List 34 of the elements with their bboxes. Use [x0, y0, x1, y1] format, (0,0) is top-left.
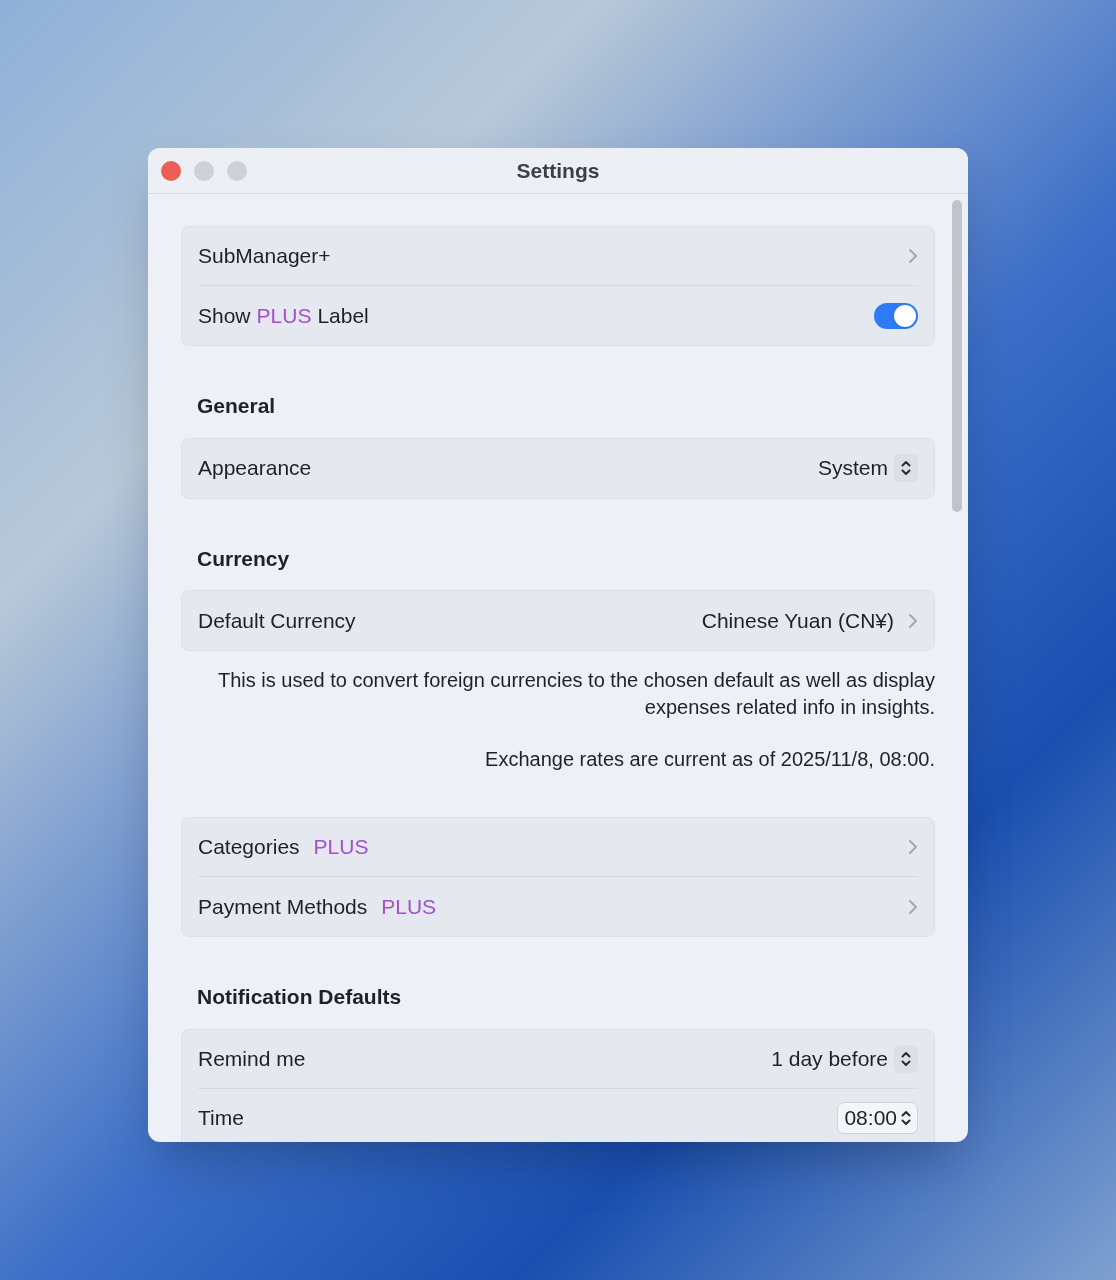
- row-label: Remind me: [198, 1045, 306, 1072]
- row-label: Default Currency: [198, 607, 356, 634]
- up-down-arrows-icon: [901, 1109, 911, 1127]
- row-label: Label: [317, 302, 369, 329]
- up-down-arrows-icon: [901, 459, 911, 477]
- plus-label: PLUS: [313, 834, 369, 861]
- chevron-right-icon: [908, 612, 918, 629]
- footnote-text: Exchange rates are current as of 2025/11/8, 08:00.: [484, 747, 935, 772]
- plus-label: PLUS: [381, 893, 437, 920]
- scrollbar[interactable]: [952, 200, 962, 512]
- chevron-right-icon: [908, 248, 918, 264]
- row-label: Time: [198, 1105, 244, 1132]
- up-down-arrows-icon: [901, 1049, 911, 1068]
- popup-button[interactable]: System: [818, 452, 918, 484]
- zoom-button[interactable]: [227, 161, 247, 181]
- chevron-right-icon: [908, 898, 918, 915]
- close-button[interactable]: [161, 161, 181, 181]
- window-title: Settings: [516, 157, 600, 184]
- minimize-button[interactable]: [194, 161, 214, 181]
- plus-label: PLUS: [256, 302, 312, 329]
- chevron-right-icon: [908, 839, 918, 855]
- row-label: Payment Methods: [198, 893, 368, 920]
- time-stepper-field[interactable]: 08:00: [837, 1102, 918, 1134]
- row-label: Show: [198, 302, 251, 329]
- row-label: SubManager+: [198, 243, 331, 270]
- popup-button[interactable]: 1 day before: [771, 1042, 918, 1075]
- section-header: Currency: [196, 545, 291, 572]
- row-label: Categories: [198, 834, 300, 861]
- footnote-text: This is used to convert foreign currencies to the chosen default as well as display expenses related info in insights.: [216, 668, 935, 720]
- section-header: General: [196, 393, 277, 419]
- toggle-switch[interactable]: [874, 302, 918, 329]
- section-header: Notification Defaults: [196, 984, 403, 1010]
- row-label: Appearance: [198, 455, 312, 482]
- row-value: Chinese Yuan (CN¥): [701, 607, 894, 634]
